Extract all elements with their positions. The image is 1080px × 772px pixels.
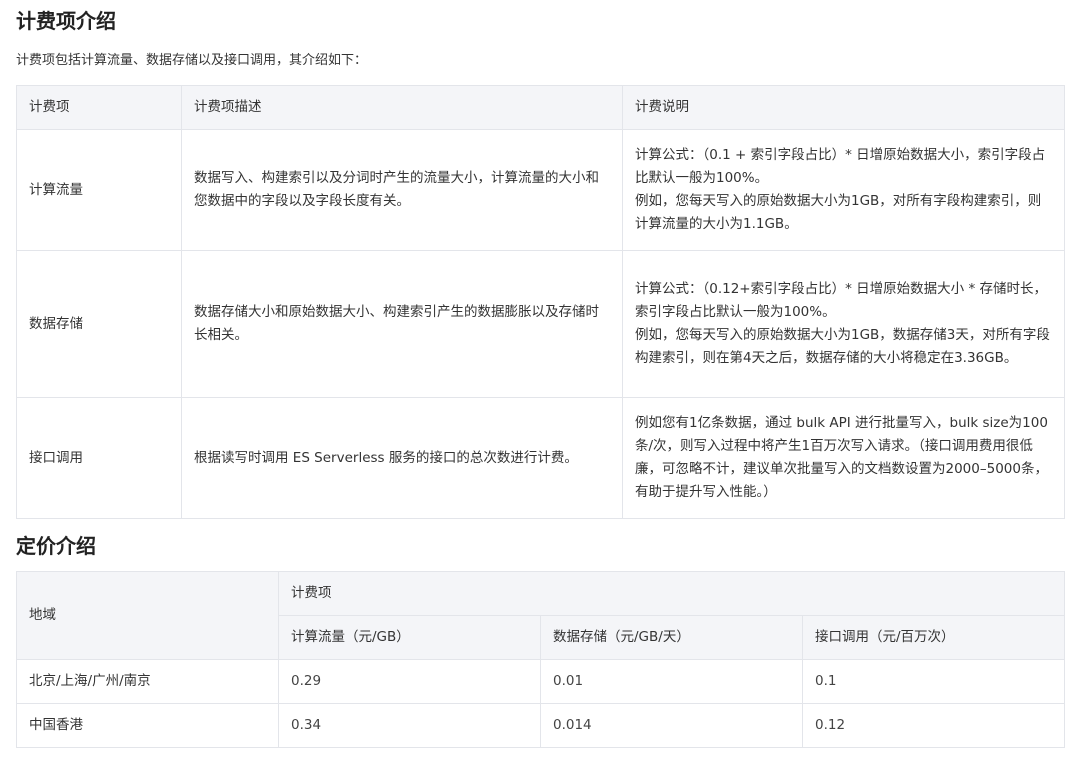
header-compute-traffic: 计算流量（元/GB） <box>278 615 541 660</box>
billing-item-cell: 计算流量 <box>16 129 182 251</box>
table-row: 计算流量 数据写入、构建索引以及分词时产生的流量大小，计算流量的大小和您数据中的… <box>16 129 1065 251</box>
billing-description-cell: 根据读写时调用 ES Serverless 服务的接口的总次数进行计费。 <box>181 397 623 519</box>
price-cell: 0.014 <box>540 703 803 748</box>
billing-intro-text: 计费项包括计算流量、数据存储以及接口调用，其介绍如下： <box>16 53 368 68</box>
header-data-storage: 数据存储（元/GB/天） <box>540 615 803 660</box>
price-cell: 0.1 <box>801 659 1066 704</box>
price-cell: 0.34 <box>278 703 541 748</box>
document-page: 计费项介绍 计费项包括计算流量、数据存储以及接口调用，其介绍如下： 计费项 计费… <box>0 0 1080 748</box>
pricing-table: 地域 计费项 计算流量（元/GB） 数据存储（元/GB/天） 接口调用（元/百万… <box>16 571 1066 748</box>
billing-notes-cell: 计算公式：（0.12+索引字段占比）* 日增原始数据大小 * 存储时长，索引字段… <box>622 250 1065 398</box>
table-row: 接口调用 根据读写时调用 ES Serverless 服务的接口的总次数进行计费… <box>16 397 1065 519</box>
header-billing-item: 计费项 <box>16 85 182 130</box>
header-billing-description: 计费项描述 <box>181 85 623 130</box>
table-row: 北京/上海/广州/南京 0.29 0.01 0.1 <box>16 659 1066 704</box>
billing-section-title: 计费项介绍 <box>16 9 116 33</box>
region-cell: 北京/上海/广州/南京 <box>16 659 279 704</box>
price-cell: 0.12 <box>801 703 1066 748</box>
region-cell: 中国香港 <box>16 703 279 748</box>
header-billing-notes: 计费说明 <box>622 85 1065 130</box>
header-billing-group: 计费项 <box>277 571 1066 616</box>
header-api-calls: 接口调用（元/百万次） <box>801 615 1066 660</box>
pricing-section-title: 定价介绍 <box>16 534 96 558</box>
example-text: 例如，您每天写入的原始数据大小为1GB，数据存储3天，对所有字段构建索引，则在第… <box>635 327 1050 366</box>
header-region: 地域 <box>16 571 279 660</box>
billing-notes-cell: 例如您有1亿条数据，通过 bulk API 进行批量写入，bulk size为1… <box>622 397 1065 519</box>
table-header-row: 计费项 计费项描述 计费说明 <box>16 85 1065 130</box>
billing-notes-cell: 计算公式：（0.1 + 索引字段占比）* 日增原始数据大小，索引字段占比默认一般… <box>622 129 1065 251</box>
formula-text: 计算公式：（0.12+索引字段占比）* 日增原始数据大小 * 存储时长，索引字段… <box>635 281 1047 320</box>
table-row: 数据存储 数据存储大小和原始数据大小、构建索引产生的数据膨胀以及存储时长相关。 … <box>16 250 1065 398</box>
example-text: 例如您有1亿条数据，通过 bulk API 进行批量写入，bulk size为1… <box>635 415 1048 500</box>
table-row: 中国香港 0.34 0.014 0.12 <box>16 703 1066 748</box>
billing-item-cell: 接口调用 <box>16 397 182 519</box>
billing-description-cell: 数据存储大小和原始数据大小、构建索引产生的数据膨胀以及存储时长相关。 <box>181 250 623 398</box>
formula-text: 计算公式：（0.1 + 索引字段占比）* 日增原始数据大小，索引字段占比默认一般… <box>635 147 1046 186</box>
billing-item-cell: 数据存储 <box>16 250 182 398</box>
price-cell: 0.01 <box>540 659 803 704</box>
example-text: 例如，您每天写入的原始数据大小为1GB，对所有字段构建索引，则计算流量的大小为1… <box>635 193 1042 232</box>
table-header-row: 地域 计费项 <box>16 571 1066 660</box>
price-cell: 0.29 <box>278 659 541 704</box>
billing-description-cell: 数据写入、构建索引以及分词时产生的流量大小，计算流量的大小和您数据中的字段以及字… <box>181 129 623 251</box>
billing-items-table: 计费项 计费项描述 计费说明 计算流量 数据写入、构建索引以及分词时产生的流量大… <box>16 85 1065 519</box>
